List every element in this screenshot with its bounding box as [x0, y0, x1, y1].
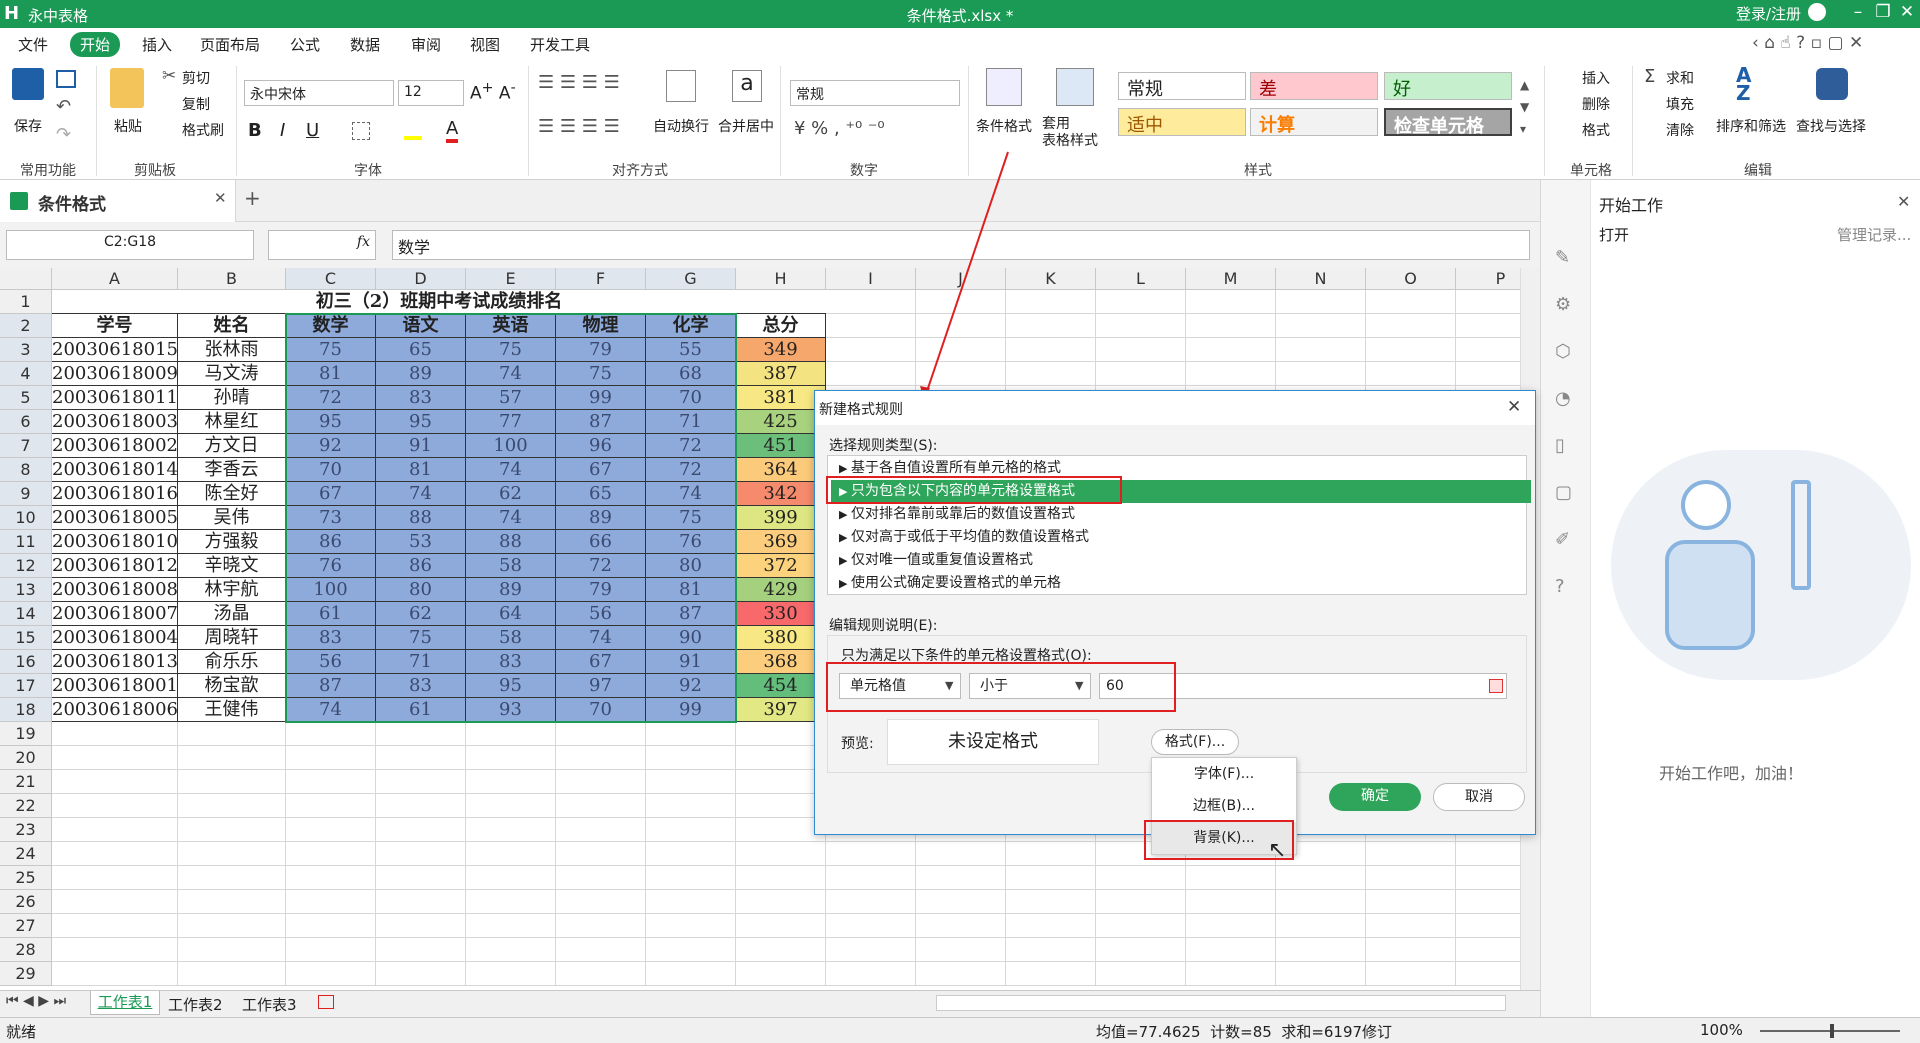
dialog-title: 新建格式规则	[819, 402, 903, 418]
ok-button[interactable]: 确定	[1329, 783, 1421, 811]
rule-type-item[interactable]: ▶ 仅对高于或低于平均值的数值设置格式	[831, 526, 1531, 549]
dialog-titlebar	[815, 391, 1535, 425]
font-menu-item[interactable]: 字体(F)...	[1152, 758, 1296, 790]
select-rule-type-label: 选择规则类型(S):	[829, 438, 938, 454]
annotation-box-rule	[826, 476, 1122, 504]
format-button[interactable]: 格式(F)...	[1151, 729, 1239, 755]
range-picker-icon[interactable]	[1489, 679, 1503, 693]
preview-box: 未设定格式	[887, 719, 1099, 765]
cancel-button[interactable]: 取消	[1433, 783, 1525, 811]
edit-rule-label: 编辑规则说明(E):	[829, 618, 938, 634]
rule-type-item[interactable]: ▶ 仅对唯一值或重复值设置格式	[831, 549, 1531, 572]
rule-type-item[interactable]: ▶ 仅对排名靠前或靠后的数值设置格式	[831, 503, 1531, 526]
dialog-close-icon[interactable]: ✕	[1507, 397, 1521, 417]
mouse-cursor-icon: ↖	[1268, 838, 1287, 863]
rule-type-item[interactable]: ▶ 使用公式确定要设置格式的单元格	[831, 572, 1531, 595]
border-menu-item[interactable]: 边框(B)...	[1152, 790, 1296, 822]
app-window: H 永中表格 条件格式.xlsx * 登录/注册 – ❐ ✕ 文件 开始 插入 …	[0, 0, 1920, 1043]
preview-label: 预览:	[841, 736, 874, 752]
annotation-box-condition	[826, 662, 1176, 712]
new-format-rule-dialog: 新建格式规则 ✕ 选择规则类型(S): ▶ 基于各自值设置所有单元格的格式 ▶ …	[814, 390, 1536, 855]
